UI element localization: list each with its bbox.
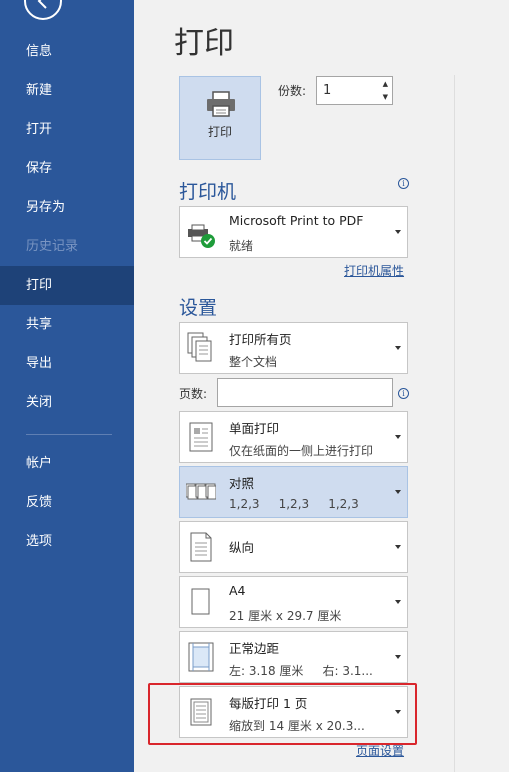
single-sided-icon (189, 422, 213, 452)
back-arrow-icon (37, 0, 47, 9)
printer-status: 就绪 (229, 239, 254, 253)
nav-save-as[interactable]: 另存为 (0, 188, 134, 227)
sides-title: 单面打印 (229, 421, 280, 436)
nav-print[interactable]: 打印 (0, 266, 134, 305)
paper-size-icon (191, 588, 210, 615)
nav-divider (26, 434, 112, 435)
nav-close[interactable]: 关闭 (0, 383, 134, 422)
margins-icon (188, 642, 214, 672)
nav-share[interactable]: 共享 (0, 305, 134, 344)
dropdown-arrow-icon (395, 346, 401, 350)
margins-dropdown[interactable]: 正常边距 左: 3.18 厘米 右: 3.1... (179, 631, 408, 683)
nav-info[interactable]: 信息 (0, 32, 134, 71)
nav-export[interactable]: 导出 (0, 344, 134, 383)
nav-history: 历史记录 (26, 239, 79, 254)
paper-size-desc: 21 厘米 x 29.7 厘米 (229, 609, 342, 623)
paper-size-title: A4 (229, 583, 246, 598)
margins-title: 正常边距 (229, 641, 280, 656)
dropdown-arrow-icon (395, 490, 401, 494)
sides-dropdown[interactable]: 单面打印 仅在纸面的一侧上进行打印 (179, 411, 408, 463)
portrait-icon (190, 532, 212, 562)
dropdown-arrow-icon (395, 655, 401, 659)
print-button-label: 打印 (207, 125, 232, 139)
collate-desc: 1,2,3 1,2,3 1,2,3 (229, 497, 359, 511)
settings-heading: 设置 (179, 297, 218, 319)
margins-desc: 左: 3.18 厘米 右: 3.1... (229, 664, 373, 678)
printer-heading: 打印机 (179, 181, 237, 203)
collated-icon (186, 483, 216, 500)
nav-save[interactable]: 保存 (0, 149, 134, 188)
dropdown-arrow-icon (395, 230, 401, 234)
dropdown-arrow-icon (395, 600, 401, 604)
printer-name: Microsoft Print to PDF (229, 213, 364, 228)
pages-input[interactable] (217, 378, 393, 407)
highlight-box (148, 683, 417, 745)
nav-open[interactable]: 打开 (0, 110, 134, 149)
collate-title: 对照 (229, 476, 255, 491)
copies-label: 份数: (278, 84, 307, 98)
nav-account[interactable]: 帐户 (0, 444, 134, 483)
copies-value[interactable]: 1 (323, 83, 331, 98)
preview-divider (454, 75, 455, 772)
dropdown-arrow-icon (395, 435, 401, 439)
page-title: 打印 (174, 26, 234, 61)
dropdown-arrow-icon (395, 545, 401, 549)
nav-options[interactable]: 选项 (0, 522, 134, 561)
orientation-title: 纵向 (229, 540, 255, 555)
printer-info-icon[interactable]: i (398, 178, 409, 189)
print-range-desc: 整个文档 (229, 355, 278, 369)
all-pages-icon (187, 332, 212, 362)
printer-dropdown[interactable]: Microsoft Print to PDF 就绪 (179, 206, 408, 258)
spin-up-icon[interactable]: ▲ (383, 80, 388, 88)
printer-icon (207, 91, 235, 117)
print-range-dropdown[interactable]: 打印所有页 整个文档 (179, 322, 408, 374)
pages-info-icon[interactable]: i (398, 388, 409, 399)
pages-label: 页数: (179, 387, 208, 401)
orientation-dropdown[interactable]: 纵向 (179, 521, 408, 573)
print-button[interactable]: 打印 (179, 76, 261, 160)
spin-down-icon[interactable]: ▼ (383, 93, 388, 101)
sides-desc: 仅在纸面的一侧上进行打印 (229, 444, 374, 458)
nav-new[interactable]: 新建 (0, 71, 134, 110)
print-range-title: 打印所有页 (229, 332, 292, 347)
paper-size-dropdown[interactable]: A4 21 厘米 x 29.7 厘米 (179, 576, 408, 628)
printer-ready-icon (188, 224, 215, 248)
printer-properties-link[interactable]: 打印机属性 (344, 262, 404, 279)
collate-dropdown[interactable]: 对照 1,2,3 1,2,3 1,2,3 (179, 466, 408, 518)
nav-feedback[interactable]: 反馈 (0, 483, 134, 522)
copies-spinner[interactable]: 1 ▲ ▼ (316, 76, 393, 105)
back-button[interactable] (24, 0, 62, 20)
backstage-sidebar: 信息 新建 打开 保存 另存为 历史记录 打印 共享 导出 关闭 帐户 反馈 选… (0, 0, 134, 772)
print-panel: 打印 打印 份数: 1 ▲ ▼ 打印机 i Microsoft Print to… (134, 0, 509, 772)
